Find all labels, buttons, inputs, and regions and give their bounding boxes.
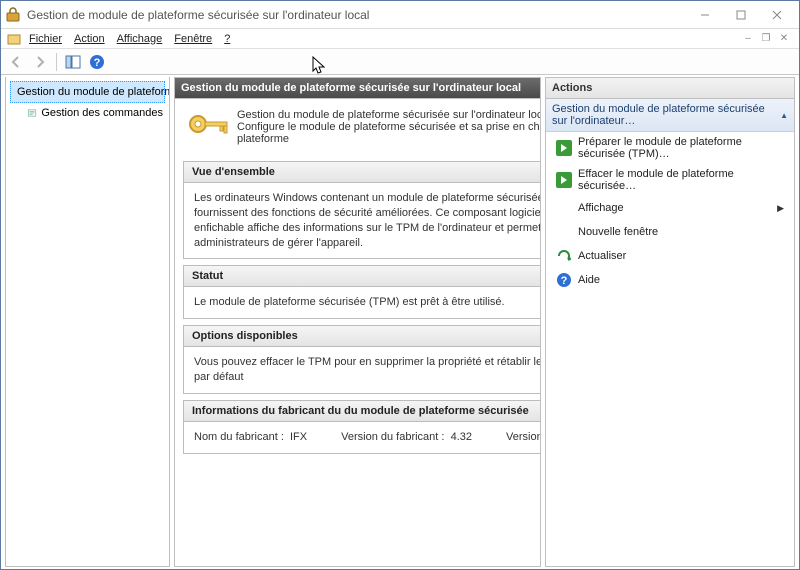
action-prepare-label: Préparer le module de plateforme sécuris…: [578, 136, 784, 160]
minimize-button[interactable]: [687, 3, 723, 27]
help-button[interactable]: ?: [86, 51, 108, 73]
section-status-title: Statut: [184, 266, 541, 287]
mdi-close-button[interactable]: ✕: [775, 31, 793, 47]
intro-line2: Configure le module de plateforme sécuri…: [237, 121, 541, 145]
section-status: Statut Le module de plateforme sécurisée…: [183, 265, 541, 319]
menu-view[interactable]: Affichage: [117, 33, 163, 45]
action-help[interactable]: ? Aide: [546, 268, 794, 292]
mmc-icon: [7, 32, 23, 46]
mdi-restore-button[interactable]: ❐: [757, 31, 775, 47]
action-clear-tpm[interactable]: Effacer le module de plateforme sécurisé…: [546, 164, 794, 196]
submenu-arrow-icon: ▶: [777, 203, 784, 214]
section-overview-title: Vue d'ensemble: [184, 162, 541, 183]
actions-body: Gestion du module de plateforme sécurisé…: [545, 99, 795, 567]
window-controls: [687, 3, 795, 27]
section-status-body: Le module de plateforme sécurisée (TPM) …: [184, 287, 541, 318]
actions-group-header[interactable]: Gestion du module de plateforme sécurisé…: [546, 99, 794, 132]
collapse-icon: ▲: [780, 111, 788, 120]
refresh-icon: [556, 248, 572, 264]
tree-root-label: Gestion du module de plateforme :: [17, 86, 170, 98]
main-body: Gestion du module de plateforme : Gestio…: [1, 75, 799, 569]
actions-header: Actions: [545, 77, 795, 99]
mfg-spec-label: Version de la spécificatio: [506, 430, 541, 445]
section-options: Options disponibles Vous pouvez effacer …: [183, 325, 541, 394]
title-bar: Gestion de module de plateforme sécurisé…: [1, 1, 799, 29]
key-icon: [187, 109, 229, 139]
toolbar-separator: [56, 53, 57, 71]
action-refresh[interactable]: Actualiser: [546, 244, 794, 268]
tree-child[interactable]: Gestion des commandes: [10, 103, 165, 123]
tree-child-label: Gestion des commandes: [41, 107, 163, 119]
action-newwin-label: Nouvelle fenêtre: [578, 226, 658, 238]
action-display-label: Affichage: [578, 202, 624, 214]
section-mfg: Informations du fabricant du du module d…: [183, 400, 541, 454]
action-display[interactable]: Affichage ▶: [546, 196, 794, 220]
content-header: Gestion du module de plateforme sécurisé…: [174, 77, 541, 99]
app-icon: [5, 7, 21, 23]
content-body: Gestion du module de plateforme sécurisé…: [174, 99, 541, 567]
arrow-green-icon: [556, 140, 572, 156]
intro-line1: Gestion du module de plateforme sécurisé…: [237, 109, 541, 121]
action-clear-label: Effacer le module de plateforme sécurisé…: [578, 168, 784, 192]
menu-bar: Fichier Action Affichage Fenêtre ? – ❐ ✕: [1, 29, 799, 49]
mfg-name-value: IFX: [290, 431, 307, 443]
show-hide-tree-button[interactable]: [62, 51, 84, 73]
intro-block: Gestion du module de plateforme sécurisé…: [183, 105, 541, 155]
mfg-ver-value: 4.32: [451, 431, 472, 443]
menu-file[interactable]: Fichier: [29, 33, 62, 45]
window-title: Gestion de module de plateforme sécurisé…: [27, 8, 687, 22]
mfg-ver-label: Version du fabricant :: [341, 431, 444, 443]
action-refresh-label: Actualiser: [578, 250, 626, 262]
section-options-title: Options disponibles: [184, 326, 541, 347]
svg-text:?: ?: [94, 57, 101, 69]
menu-action[interactable]: Action: [74, 33, 105, 45]
actions-pane: Actions Gestion du module de plateforme …: [545, 77, 795, 567]
section-options-body: Vous pouvez effacer le TPM pour en suppr…: [184, 347, 541, 393]
actions-group-label: Gestion du module de plateforme sécurisé…: [552, 103, 780, 127]
toolbar: ?: [1, 49, 799, 75]
content-pane: Gestion du module de plateforme sécurisé…: [174, 77, 541, 567]
nav-back-button: [5, 51, 27, 73]
svg-text:?: ?: [561, 275, 568, 287]
nav-forward-button: [29, 51, 51, 73]
section-mfg-title: Informations du fabricant du du module d…: [184, 401, 541, 422]
menu-window[interactable]: Fenêtre: [174, 33, 212, 45]
mdi-minimize-button[interactable]: –: [739, 31, 757, 47]
action-new-window[interactable]: Nouvelle fenêtre: [546, 220, 794, 244]
help-icon: ?: [556, 272, 572, 288]
maximize-button[interactable]: [723, 3, 759, 27]
tree-pane: Gestion du module de plateforme : Gestio…: [5, 77, 170, 567]
arrow-green-icon: [556, 172, 572, 188]
section-overview-body: Les ordinateurs Windows contenant un mod…: [184, 183, 541, 258]
action-prepare-tpm[interactable]: Préparer le module de plateforme sécuris…: [546, 132, 794, 164]
close-button[interactable]: [759, 3, 795, 27]
mfg-name-label: Nom du fabricant :: [194, 431, 284, 443]
tree-root[interactable]: Gestion du module de plateforme :: [10, 81, 165, 103]
tree-body: Gestion du module de plateforme : Gestio…: [5, 77, 170, 567]
menu-help[interactable]: ?: [224, 33, 230, 45]
commands-icon: [27, 105, 37, 121]
section-overview: Vue d'ensemble Les ordinateurs Windows c…: [183, 161, 541, 259]
action-help-label: Aide: [578, 274, 600, 286]
